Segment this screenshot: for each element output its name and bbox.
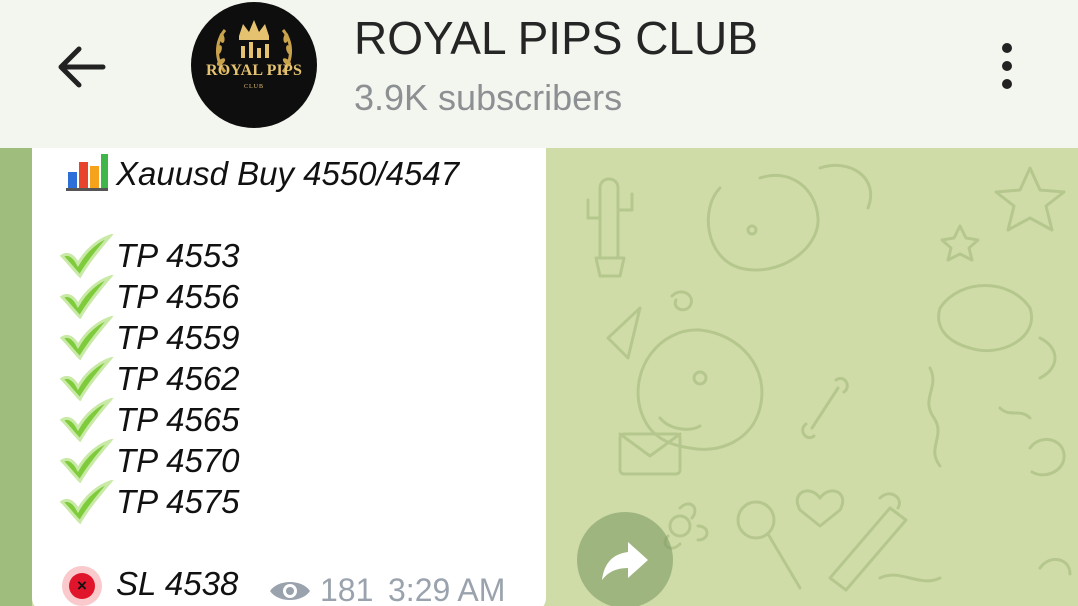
menu-dot (1002, 43, 1012, 53)
signal-text: Xauusd Buy 4550/4547 (116, 155, 460, 192)
target-line: TP 4565 (116, 401, 240, 438)
check-mark-emoji (59, 275, 114, 319)
avatar-logo-sub: CLUB (243, 84, 264, 90)
chat-left-edge (0, 148, 32, 606)
check-mark-emoji (59, 480, 114, 524)
channel-avatar[interactable]: ROYAL PIPS CLUB (191, 2, 317, 128)
menu-dot (1002, 79, 1012, 89)
check-mark-emoji (59, 439, 114, 483)
check-mark-emoji (59, 234, 114, 278)
stop-loss-text: SL 4538 (116, 565, 239, 602)
avatar-logo-text: ROYAL PIPS (205, 62, 303, 79)
more-options-button[interactable] (984, 36, 1030, 96)
target-line: TP 4562 (116, 360, 240, 397)
subscriber-count: 3.9K subscribers (354, 77, 623, 118)
check-mark-emoji (59, 357, 114, 401)
target-line: TP 4556 (116, 278, 240, 315)
view-count: 181 (320, 572, 374, 606)
cross-mark-icon: × (69, 573, 95, 599)
chat-header: ROYAL PIPS CLUB ROYAL PIPS CLUB 3.9K sub… (0, 0, 1078, 148)
back-button[interactable] (48, 34, 114, 100)
eye-icon (270, 582, 310, 600)
check-mark-emoji (59, 398, 114, 442)
channel-title[interactable]: ROYAL PIPS CLUB (354, 12, 758, 64)
forward-arrow-icon (602, 542, 648, 580)
check-mark-emoji (59, 316, 114, 360)
menu-dot (1002, 61, 1012, 71)
target-line: TP 4570 (116, 442, 240, 479)
bar-chart-emoji (66, 154, 108, 191)
cross-mark-emoji: × (62, 566, 102, 606)
message-bubble[interactable]: Xauusd Buy 4550/4547 TP 4553 TP 4556 TP … (32, 142, 546, 606)
message-time: 3:29 AM (388, 572, 506, 606)
target-line: TP 4553 (116, 237, 240, 274)
forward-button[interactable] (577, 512, 673, 606)
target-line: TP 4575 (116, 483, 240, 520)
target-line: TP 4559 (116, 319, 240, 356)
arrow-left-icon (58, 46, 106, 88)
